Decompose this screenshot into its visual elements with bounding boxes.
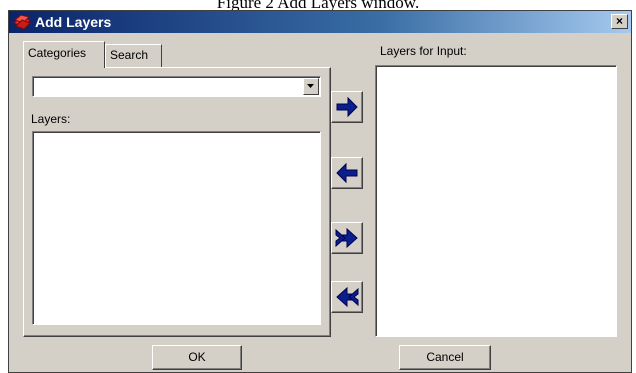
category-select[interactable] [32, 76, 321, 97]
tab-search[interactable]: Search [105, 44, 162, 67]
remove-layer-button[interactable] [331, 157, 363, 189]
add-all-layers-button[interactable] [331, 222, 363, 254]
tab-categories[interactable]: Categories [23, 41, 105, 68]
arrow-right-icon [336, 96, 358, 118]
close-button[interactable]: × [611, 14, 628, 29]
remove-all-layers-button[interactable] [331, 281, 363, 313]
title-bar[interactable]: Add Layers × [9, 11, 631, 33]
double-arrow-right-icon [335, 227, 358, 249]
figure-caption: Figure 2 Add Layers window. [216, 0, 420, 10]
dropdown-button[interactable] [303, 78, 319, 95]
add-layers-window: Add Layers × Categories Search Layers: L… [8, 10, 632, 373]
ok-button[interactable]: OK [152, 345, 242, 370]
chevron-down-icon [307, 84, 314, 88]
layers-for-input-label: Layers for Input: [380, 44, 467, 58]
cancel-button[interactable]: Cancel [399, 345, 491, 370]
layers-label: Layers: [31, 112, 71, 126]
window-title: Add Layers [35, 14, 112, 30]
layers-for-input-list[interactable] [375, 65, 617, 337]
layers-list[interactable] [32, 131, 321, 325]
add-layer-button[interactable] [331, 91, 363, 123]
arrow-left-icon [336, 162, 358, 184]
double-arrow-left-icon [336, 286, 359, 308]
layers-app-icon [13, 14, 31, 30]
close-icon: × [615, 14, 623, 28]
